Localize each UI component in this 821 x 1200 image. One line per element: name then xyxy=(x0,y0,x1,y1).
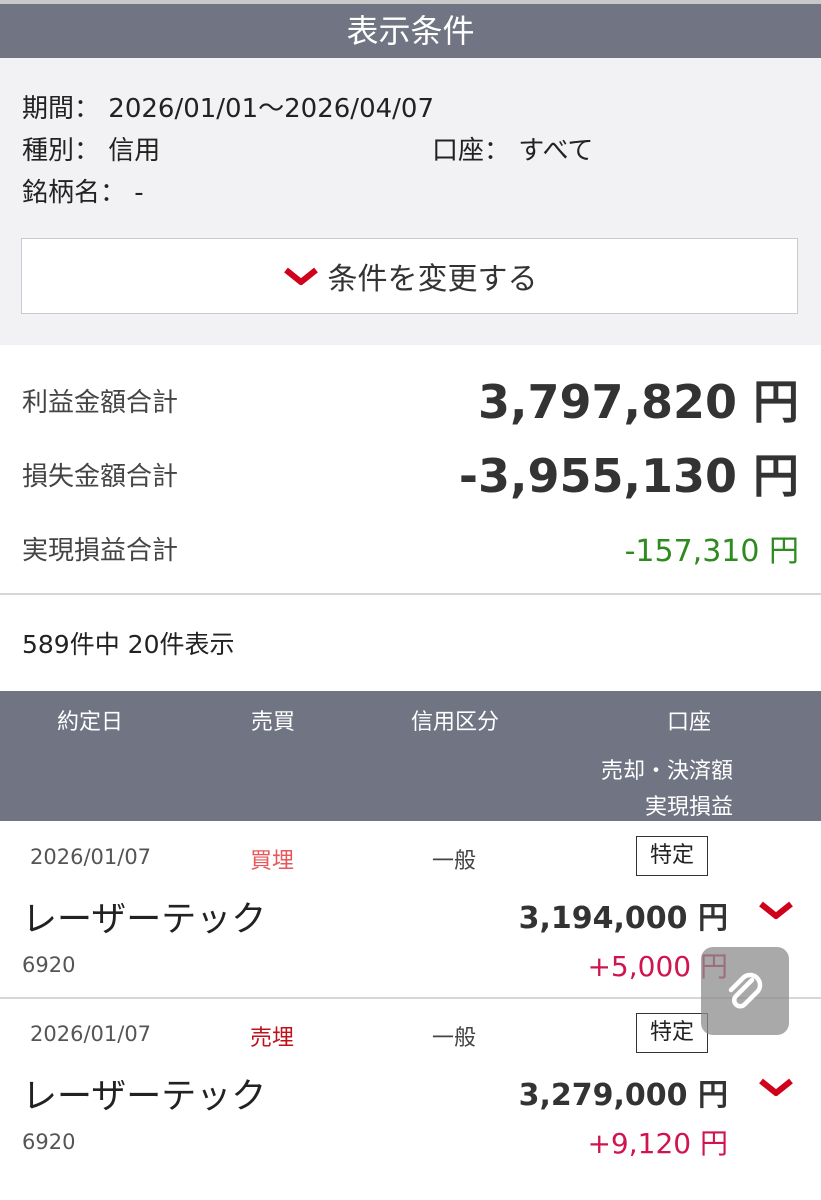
header-amount: 売却・決済額 xyxy=(600,759,733,784)
stock-value: - xyxy=(134,178,144,208)
profit-total-label: 利益金額合計 xyxy=(22,388,179,418)
conditions-header: 表示条件 xyxy=(0,4,821,58)
header-account: 口座 xyxy=(667,710,712,735)
account-row: 口座： すべて xyxy=(432,130,593,167)
credit-type: 一般 xyxy=(432,849,477,874)
period-value: 2026/01/01〜2026/04/07 xyxy=(108,94,434,124)
stock-code: 6920 xyxy=(22,1130,76,1154)
summary-divider xyxy=(0,593,821,595)
floating-attach-button[interactable] xyxy=(701,947,789,1035)
settlement-amount: 3,194,000 円 xyxy=(518,901,728,936)
credit-type: 一般 xyxy=(432,1026,477,1051)
loss-total-label: 損失金額合計 xyxy=(22,462,179,492)
chevron-down-icon xyxy=(283,267,318,285)
type-label: 種別： xyxy=(22,136,101,166)
stock-name: レーザーテック xyxy=(22,1077,267,1117)
stock-name: レーザーテック xyxy=(22,900,267,940)
stock-label: 銘柄名： xyxy=(22,178,127,208)
settlement-amount: 3,279,000 円 xyxy=(518,1078,728,1113)
table-header: 約定日 売買 信用区分 口座 売却・決済額 実現損益 xyxy=(0,691,821,821)
stock-row: 銘柄名： - xyxy=(22,172,144,209)
stock-code: 6920 xyxy=(22,953,76,977)
header-side: 売買 xyxy=(251,710,296,735)
change-conditions-button[interactable]: 条件を変更する xyxy=(21,238,798,314)
conditions-panel: 期間： 2026/01/01〜2026/04/07 種別： 信用 口座： すべて… xyxy=(0,58,821,345)
type-value: 信用 xyxy=(108,136,161,166)
account-badge: 特定 xyxy=(636,836,708,876)
table-row[interactable]: 2026/01/07 買埋 一般 特定 レーザーテック 3,194,000 円 … xyxy=(0,821,821,997)
chevron-down-icon[interactable] xyxy=(757,899,795,921)
result-count: 589件中 20件表示 xyxy=(22,630,235,659)
trade-side: 買埋 xyxy=(250,849,295,874)
period-label: 期間： xyxy=(22,94,101,124)
paperclip-icon xyxy=(728,972,763,1009)
realized-total-label: 実現損益合計 xyxy=(22,536,179,566)
table-row[interactable]: 2026/01/07 売埋 一般 特定 レーザーテック 3,279,000 円 … xyxy=(0,998,821,1174)
header-trade-date: 約定日 xyxy=(57,710,124,735)
chevron-down-icon[interactable] xyxy=(757,1076,795,1098)
trade-date: 2026/01/07 xyxy=(30,1022,152,1046)
trade-date: 2026/01/07 xyxy=(30,845,152,869)
trade-side: 売埋 xyxy=(250,1026,295,1051)
profit-total-value: 3,797,820 円 xyxy=(477,375,799,429)
period-row: 期間： 2026/01/01〜2026/04/07 xyxy=(22,88,434,125)
loss-total-value: -3,955,130 円 xyxy=(458,449,799,503)
account-value: すべて xyxy=(518,136,594,166)
account-label: 口座： xyxy=(432,136,511,166)
change-conditions-label: 条件を変更する xyxy=(327,262,538,297)
type-row: 種別： 信用 xyxy=(22,130,160,167)
header-credit-type: 信用区分 xyxy=(411,710,500,735)
realized-pnl: +9,120 円 xyxy=(587,1127,728,1160)
header-pnl: 実現損益 xyxy=(644,795,733,820)
account-badge: 特定 xyxy=(636,1013,708,1053)
realized-total-value: -157,310 円 xyxy=(624,534,799,569)
